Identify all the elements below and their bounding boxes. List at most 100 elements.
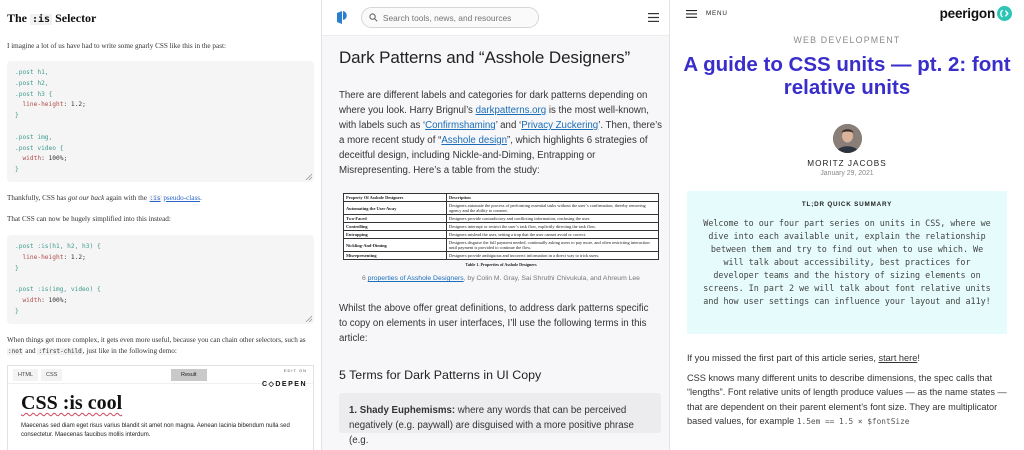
code-line: .post video { <box>15 144 64 152</box>
table-row: Entrapping Designers mislead the user, se… <box>343 230 659 239</box>
pseudo-class-link[interactable]: pseudo-class <box>163 194 200 202</box>
table-cell: Automating the User Away <box>343 201 447 215</box>
confirmshaming-link[interactable]: Confirmshaming <box>425 120 496 131</box>
emphasis: got our back <box>68 194 105 202</box>
term-label: 1. Shady Euphemisms: <box>349 405 456 416</box>
search-icon <box>369 13 378 22</box>
site-logo-icon[interactable] <box>336 10 349 25</box>
table-cell: Two-Faced <box>343 214 447 223</box>
properties-link[interactable]: properties of Asshole Designers <box>368 275 464 282</box>
text: , just like in the following demo: <box>82 347 177 355</box>
missed-part-paragraph: If you missed the first part of this art… <box>687 351 1007 366</box>
publish-date: January 29, 2021 <box>820 170 874 177</box>
summary-text: Welcome to our four part series on units… <box>703 218 991 306</box>
heading-suffix: Selector <box>55 11 97 25</box>
author-avatar[interactable] <box>832 124 862 153</box>
article-category[interactable]: WEB DEVELOPMENT <box>670 35 1024 45</box>
article-heading: The :is Selector <box>7 11 314 26</box>
privacy-zuckering-link[interactable]: Privacy Zuckering <box>521 120 598 131</box>
asshole-design-link[interactable]: Asshole design <box>441 135 507 146</box>
code-line: } <box>15 264 19 272</box>
heading-prefix: The <box>7 11 28 25</box>
resize-handle-icon[interactable] <box>305 173 312 180</box>
table-cell: Designers interrupt or restrict the user… <box>446 222 659 231</box>
edit-on-label: EDIT ON <box>283 368 307 373</box>
properties-table: Property Of Asshole Designers Descriptio… <box>343 193 659 260</box>
code-line: .post h3 { <box>15 90 53 98</box>
column-header: Property Of Asshole Designers <box>343 193 447 202</box>
table-row: Controlling Designers interrupt or restri… <box>343 222 659 231</box>
code-line: .post :is(img, video) { <box>15 286 101 294</box>
table-cell: Nickling-And-Diming <box>343 238 447 252</box>
hamburger-menu-icon[interactable] <box>648 13 659 22</box>
formula-code: 1.5em == 1.5 × $fontSize <box>796 417 910 426</box>
table-caption: Table 1. Properties of Asshole Designers <box>465 262 537 267</box>
text: When things get more complex, it gets ev… <box>7 336 306 344</box>
code-line: } <box>15 112 19 120</box>
tldr-summary-box: TL;DR QUICK SUMMARY Welcome to our four … <box>687 191 1007 334</box>
table-cell: Designers provide contradictory and conf… <box>446 214 659 223</box>
start-here-link[interactable]: start here <box>879 353 918 363</box>
text: ! <box>917 353 920 363</box>
table-cell: Designers provide ambiguous and incorrec… <box>446 251 659 260</box>
tab-css[interactable]: CSS <box>40 368 63 381</box>
search-bar[interactable] <box>361 7 539 28</box>
terms-list: 1. Shady Euphemisms: where any words tha… <box>339 393 661 446</box>
intro-paragraph: I imagine a lot of us have had to write … <box>7 42 226 50</box>
section-heading: 5 Terms for Dark Patterns in UI Copy <box>339 368 542 382</box>
codepen-embed: HTML CSS Result EDIT ON C◇DEPEN CSS :is … <box>7 365 314 450</box>
dark-patterns-panel: Dark Patterns and “Asshole Designers” Th… <box>321 0 670 450</box>
article-title: A guide to CSS units — pt. 2: font relat… <box>683 53 1011 99</box>
css-units-panel: MENU peerigon WEB DEVELOPMENT A guide to… <box>670 0 1024 450</box>
menu-label[interactable]: MENU <box>706 10 728 17</box>
menu-icon[interactable] <box>686 9 697 18</box>
code-line: .post h2, <box>15 79 49 87</box>
codepen-logo[interactable]: EDIT ON C◇DEPEN <box>262 368 307 391</box>
table-cell: Designers automate the process of perfor… <box>446 201 659 215</box>
heading-code: :is <box>30 14 53 25</box>
code-line: .post :is(h1, h2, h3) { <box>15 243 101 250</box>
code-line: .post img, <box>15 133 53 141</box>
peerigon-logo[interactable]: peerigon <box>940 6 1012 21</box>
darkpatterns-link[interactable]: darkpatterns.org <box>476 105 547 116</box>
text: 6 <box>362 275 366 282</box>
units-paragraph: CSS knows many different units to descri… <box>687 371 1007 430</box>
search-input[interactable] <box>382 12 531 23</box>
brand-badge-icon <box>997 6 1012 21</box>
simplified-paragraph: That CSS can now be hugely simplified in… <box>7 215 171 223</box>
table-row: Misrepresenting Designers provide ambiguo… <box>343 251 659 260</box>
code-block-new[interactable]: .post :is(h1, h2, h3) { line-height: 1.2… <box>7 235 314 324</box>
resize-handle-icon[interactable] <box>305 315 312 322</box>
text: If you missed the first part of this art… <box>687 353 876 363</box>
is-code-link[interactable]: :is <box>148 195 162 202</box>
author-name[interactable]: MORITZ JACOBS <box>670 159 1024 168</box>
intro-paragraph: There are different labels and categorie… <box>339 88 664 178</box>
avatar-icon <box>832 124 862 153</box>
brand-name: peerigon <box>939 6 996 21</box>
text: Thankfully, CSS has <box>7 194 67 202</box>
table-cell: Designers mislead the user, setting a tr… <box>446 230 659 239</box>
code-line: line-height: 1.2; <box>22 253 86 261</box>
article-title: Dark Patterns and “Asshole Designers” <box>339 48 631 67</box>
text: again with the <box>106 194 147 202</box>
table-header-row: Property Of Asshole Designers Descriptio… <box>343 193 659 202</box>
code-line: line-height: 1.2; <box>22 101 86 109</box>
table-cell: Misrepresenting <box>343 251 447 260</box>
tab-html[interactable]: HTML <box>13 368 38 381</box>
table-cell: Entrapping <box>343 230 447 239</box>
codepen-brand: C◇DEPEN <box>261 381 307 388</box>
code-line: .post h1, <box>15 69 49 76</box>
text: , by Colin M. Gray, Sai Shruthi Chivukul… <box>463 275 640 282</box>
table-cell: Designers disguise the full payment need… <box>446 238 659 252</box>
article-body: If you missed the first part of this art… <box>687 351 1007 430</box>
tab-result[interactable]: Result <box>171 369 207 381</box>
thankfully-paragraph: Thankfully, CSS has got our back again w… <box>7 193 314 204</box>
summary-title: TL;DR QUICK SUMMARY <box>801 201 893 208</box>
text: and <box>25 347 36 355</box>
code-block-old[interactable]: .post h1, .post h2, .post h3 { line-height… <box>7 61 314 182</box>
table-row: Automating the User Away Designers automa… <box>343 201 659 215</box>
text: ’ and ‘ <box>495 120 522 131</box>
site-header <box>322 0 669 36</box>
